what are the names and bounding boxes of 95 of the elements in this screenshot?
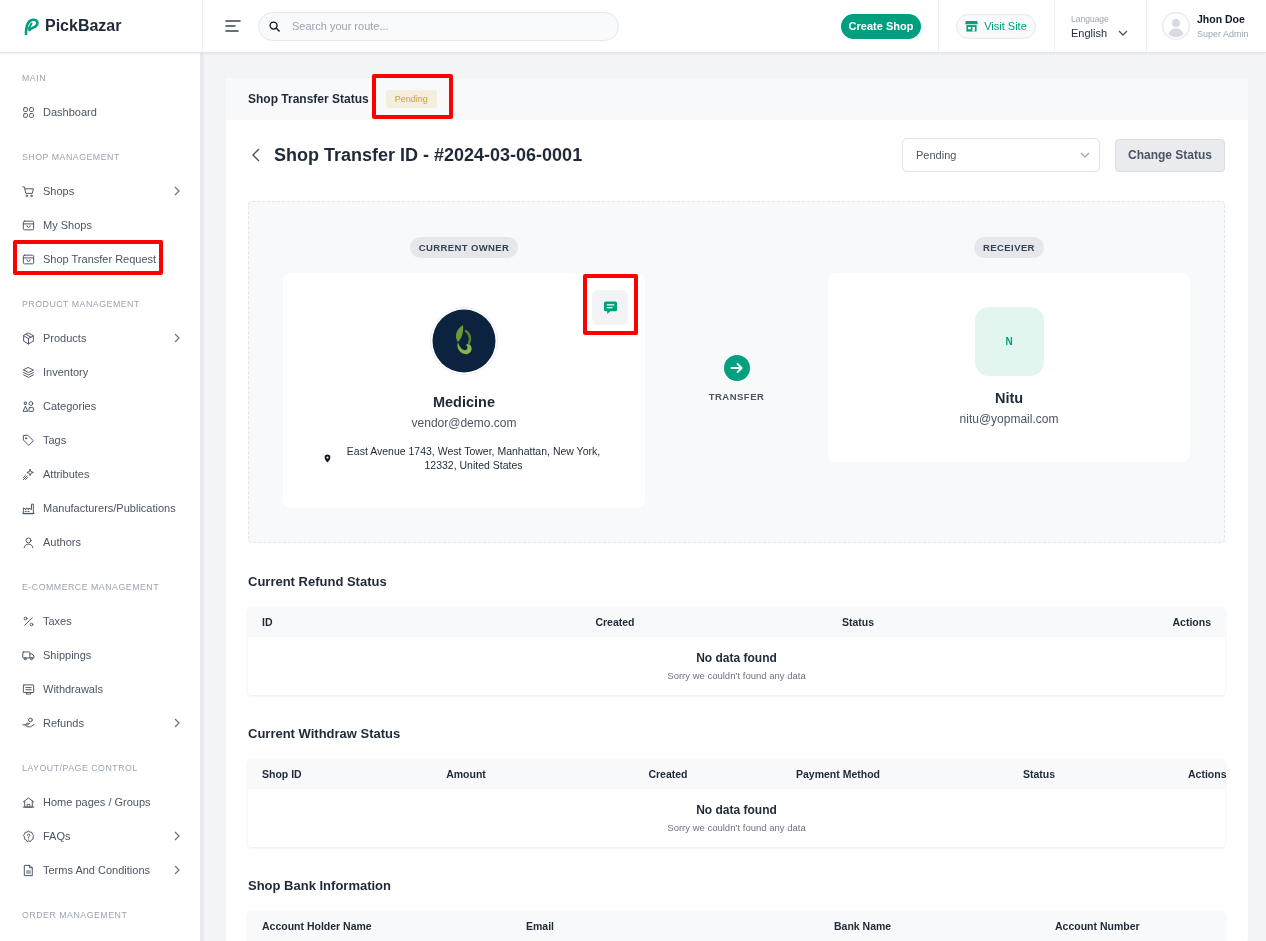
- chevron-down-icon: [1080, 152, 1090, 158]
- column-header: Created: [647, 768, 689, 780]
- column-header: Account Number: [1054, 920, 1141, 932]
- receiver-email: nitu@yopmail.com: [959, 412, 1059, 426]
- sidebar-item[interactable]: Shop Transfer Request: [22, 252, 180, 266]
- status-badge: Pending: [385, 90, 437, 108]
- sidebar-item[interactable]: Home pages / Groups: [22, 795, 180, 809]
- user-role: Super Admin: [1197, 29, 1249, 39]
- archive-box-icon: [22, 218, 35, 232]
- column-header: ID: [261, 616, 274, 628]
- truck-icon: [22, 648, 35, 662]
- sidebar-item[interactable]: Withdrawals: [22, 682, 180, 696]
- owner-name: Medicine: [432, 394, 495, 410]
- column-header: Actions: [1171, 616, 1212, 628]
- sidebar-item[interactable]: Attributes: [22, 467, 180, 481]
- chevron-down-icon: [1118, 29, 1129, 36]
- empty-title: No data found: [696, 802, 777, 818]
- sidebar-item[interactable]: FAQs: [22, 829, 180, 843]
- search-icon: [269, 20, 280, 32]
- sidebar-item[interactable]: Manufacturers/Publications: [22, 501, 180, 515]
- sidebar-item[interactable]: Taxes: [22, 614, 180, 628]
- menu-icon[interactable]: [225, 20, 241, 32]
- map-pin-icon: [323, 453, 331, 463]
- column-header: Status: [1021, 768, 1057, 780]
- empty-message: Sorry we couldn’t found any data: [667, 821, 806, 834]
- column-header: Created: [594, 616, 636, 628]
- owner-address: East Avenue 1743, West Tower, Manhattan, New York, 12332, United States: [345, 444, 602, 472]
- sidebar-item[interactable]: Shippings: [22, 648, 180, 662]
- layers-icon: [22, 365, 35, 379]
- sidebar-item[interactable]: My Shops: [22, 218, 180, 232]
- sidebar-item[interactable]: Inventory: [22, 365, 180, 379]
- sidebar-item[interactable]: Dashboard: [22, 105, 180, 119]
- user-icon: [22, 535, 35, 549]
- tag-icon: [22, 433, 35, 447]
- hand-coin-icon: [22, 716, 35, 730]
- section-heading: Current Withdraw Status: [248, 725, 401, 743]
- leaf-logo-icon: [23, 17, 39, 35]
- receiver-avatar: N: [974, 307, 1044, 376]
- sidebar-section-title: PRODUCT MANAGEMENT: [22, 298, 140, 310]
- chat-bubble-icon: [602, 300, 618, 315]
- leaf-logo-icon: [430, 307, 498, 375]
- receipt-icon: [22, 682, 35, 696]
- sparkles-icon: [22, 467, 35, 481]
- column-header: Status: [840, 616, 876, 628]
- store-icon: [965, 20, 979, 32]
- sidebar-item[interactable]: Shops: [22, 184, 180, 198]
- cart-icon: [22, 184, 35, 198]
- sidebar-item[interactable]: Products: [22, 331, 180, 345]
- empty-message: Sorry we couldn’t found any data: [667, 669, 806, 682]
- sidebar-item[interactable]: Terms And Conditions: [22, 863, 180, 877]
- owner-tag: CURRENT OWNER: [409, 237, 519, 258]
- search-field[interactable]: Search your route...: [258, 11, 619, 41]
- column-header: Actions: [1187, 768, 1228, 780]
- status-select[interactable]: Pending: [902, 138, 1100, 172]
- sidebar-item[interactable]: Tags: [22, 433, 180, 447]
- sidebar-section-title: MAIN: [22, 72, 46, 84]
- sidebar-item[interactable]: Refunds: [22, 716, 180, 730]
- chevron-left-icon[interactable]: [252, 148, 260, 162]
- arrow-right-icon: [723, 355, 750, 381]
- brand-name: PickBazar: [45, 17, 122, 35]
- card-title: Shop Transfer Status: [248, 92, 369, 106]
- sidebar-section-title: ORDER MANAGEMENT: [22, 909, 128, 921]
- cube-icon: [22, 331, 35, 345]
- grid-icon: [22, 105, 35, 119]
- section-heading: Shop Bank Information: [248, 877, 391, 895]
- percent-icon: [22, 614, 35, 628]
- receiver-name: Nitu: [994, 390, 1024, 406]
- user-name: Jhon Doe: [1197, 13, 1245, 25]
- sidebar-section-title: E-COMMERCE MANAGEMENT: [22, 581, 160, 593]
- language-select[interactable]: English: [1071, 26, 1129, 39]
- change-status-button[interactable]: Change Status: [1115, 138, 1225, 172]
- section-heading: Current Refund Status: [248, 573, 387, 591]
- transfer-label: TRANSFER: [708, 391, 765, 402]
- column-header: Payment Method: [795, 768, 881, 780]
- archive-box-icon: [22, 252, 35, 266]
- shapes-icon: [22, 399, 35, 413]
- column-header: Account Holder Name: [261, 920, 373, 932]
- house-icon: [22, 795, 35, 809]
- chat-button[interactable]: [592, 290, 628, 325]
- owner-email: vendor@demo.com: [411, 416, 517, 430]
- column-header: Email: [525, 920, 555, 932]
- empty-title: No data found: [696, 650, 777, 666]
- factory-icon: [22, 501, 35, 515]
- document-icon: [22, 863, 35, 877]
- question-badge-icon: [22, 829, 35, 843]
- column-header: Amount: [445, 768, 487, 780]
- receiver-tag: RECEIVER: [974, 237, 1044, 258]
- sidebar-section-title: SHOP MANAGEMENT: [22, 151, 120, 163]
- page-title: Shop Transfer ID - #2024-03-06-0001: [274, 144, 584, 166]
- language-label: Language: [1071, 13, 1109, 24]
- column-header: Bank Name: [833, 920, 893, 932]
- sidebar-item[interactable]: Categories: [22, 399, 180, 413]
- column-header: Shop ID: [261, 768, 303, 780]
- sidebar-item[interactable]: Authors: [22, 535, 180, 549]
- sidebar-section-title: LAYOUT/PAGE CONTROL: [22, 762, 138, 774]
